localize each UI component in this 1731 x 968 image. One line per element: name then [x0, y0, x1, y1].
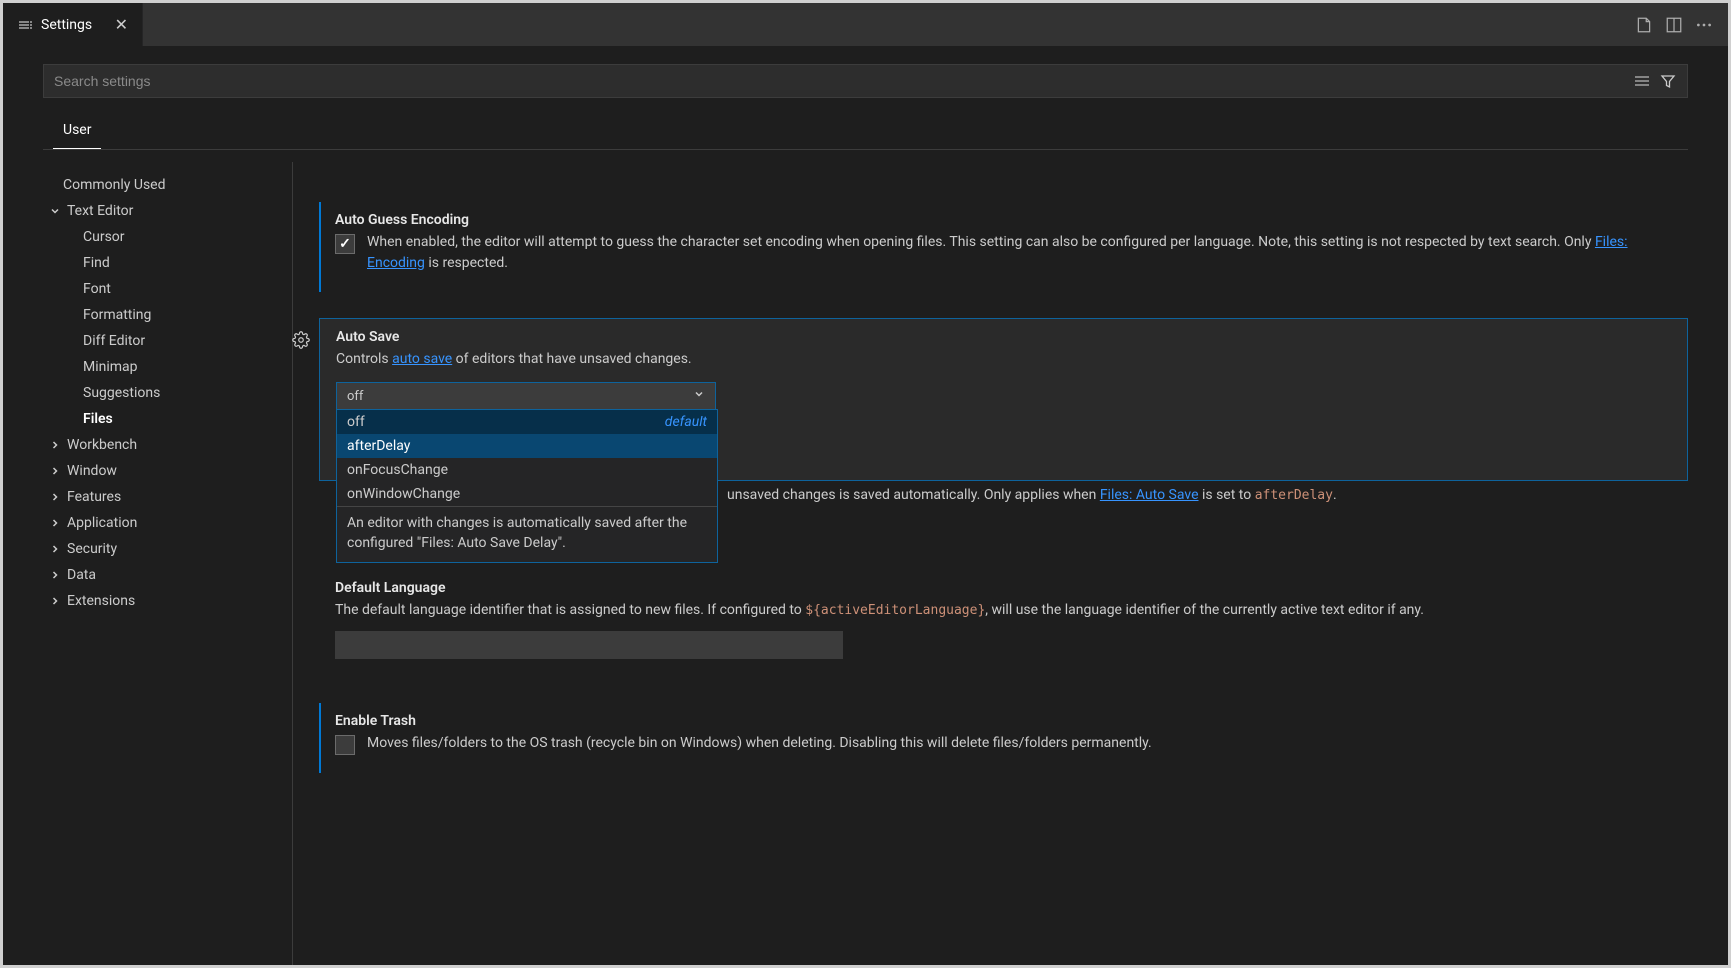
- setting-default-language: Default Language The default language id…: [319, 570, 1688, 677]
- tab-close-icon[interactable]: ✕: [115, 15, 128, 34]
- toc-minimap[interactable]: Minimap: [43, 354, 268, 380]
- enable-trash-checkbox[interactable]: [335, 735, 355, 755]
- toc-extensions[interactable]: Extensions: [43, 588, 268, 614]
- scope-tab-user[interactable]: User: [53, 114, 101, 149]
- setting-description: When enabled, the editor will attempt to…: [367, 232, 1672, 274]
- auto-save-option-onwindowchange[interactable]: onWindowChange: [337, 482, 717, 506]
- setting-title: Auto Save: [336, 329, 1671, 345]
- auto-save-select[interactable]: off off default afterDelay onFocusChange…: [336, 382, 716, 410]
- toc-security[interactable]: Security: [43, 536, 268, 562]
- setting-description: Controls auto save of editors that have …: [336, 349, 1671, 370]
- toc-application[interactable]: Application: [43, 510, 268, 536]
- auto-save-option-off[interactable]: off default: [337, 410, 717, 434]
- search-settings-input[interactable]: [44, 73, 1633, 89]
- select-value: off: [347, 389, 363, 404]
- toc-window[interactable]: Window: [43, 458, 268, 484]
- toc-formatting[interactable]: Formatting: [43, 302, 268, 328]
- chevron-down-icon: [693, 388, 705, 404]
- setting-title: Enable Trash: [335, 713, 1672, 729]
- chevron-right-icon: [47, 517, 63, 529]
- auto-save-option-help: An editor with changes is automatically …: [337, 506, 717, 562]
- toc-workbench[interactable]: Workbench: [43, 432, 268, 458]
- auto-save-option-afterdelay[interactable]: afterDelay: [337, 434, 717, 458]
- auto-guess-encoding-checkbox[interactable]: [335, 234, 355, 254]
- tab-bar: Settings ✕: [3, 3, 1728, 46]
- search-settings-container: [43, 64, 1688, 98]
- auto-save-link[interactable]: auto save: [392, 351, 452, 367]
- chevron-right-icon: [47, 543, 63, 555]
- toc-files[interactable]: Files: [43, 406, 268, 432]
- toc-cursor[interactable]: Cursor: [43, 224, 268, 250]
- chevron-down-icon: [47, 205, 63, 217]
- setting-title: Auto Guess Encoding: [335, 212, 1672, 228]
- default-label: default: [665, 414, 707, 430]
- more-actions-icon[interactable]: [1694, 15, 1714, 35]
- chevron-right-icon: [47, 491, 63, 503]
- toc-font[interactable]: Font: [43, 276, 268, 302]
- setting-auto-save: Auto Save Controls auto save of editors …: [319, 318, 1688, 481]
- settings-tab-icon: [17, 17, 33, 33]
- toc-find[interactable]: Find: [43, 250, 268, 276]
- setting-description: The default language identifier that is …: [335, 600, 1672, 621]
- toc-features[interactable]: Features: [43, 484, 268, 510]
- chevron-right-icon: [47, 439, 63, 451]
- toc-diff-editor[interactable]: Diff Editor: [43, 328, 268, 354]
- auto-save-option-onfocuschange[interactable]: onFocusChange: [337, 458, 717, 482]
- clear-search-icon[interactable]: [1633, 72, 1651, 90]
- setting-auto-guess-encoding: Auto Guess Encoding When enabled, the ed…: [319, 202, 1688, 292]
- toc-suggestions[interactable]: Suggestions: [43, 380, 268, 406]
- chevron-right-icon: [47, 465, 63, 477]
- files-auto-save-link[interactable]: Files: Auto Save: [1100, 487, 1199, 503]
- setting-description: Moves files/folders to the OS trash (rec…: [367, 733, 1152, 754]
- toc-text-editor[interactable]: Text Editor: [43, 198, 268, 224]
- open-settings-json-icon[interactable]: [1634, 15, 1654, 35]
- toc-commonly-used[interactable]: Commonly Used: [43, 172, 268, 198]
- auto-save-dropdown: off default afterDelay onFocusChange onW…: [336, 409, 718, 563]
- chevron-right-icon: [47, 595, 63, 607]
- setting-title: Default Language: [335, 580, 1672, 596]
- split-editor-icon[interactable]: [1664, 15, 1684, 35]
- filter-settings-icon[interactable]: [1659, 72, 1677, 90]
- tab-settings[interactable]: Settings ✕: [3, 3, 143, 46]
- gear-icon[interactable]: [292, 331, 310, 353]
- tab-title: Settings: [41, 17, 92, 33]
- default-language-input[interactable]: [335, 631, 843, 659]
- toc-data[interactable]: Data: [43, 562, 268, 588]
- toc-divider: [292, 162, 293, 965]
- setting-enable-trash: Enable Trash Moves files/folders to the …: [319, 703, 1688, 773]
- settings-toc: Commonly Used Text Editor Cursor Find Fo…: [43, 162, 268, 965]
- chevron-right-icon: [47, 569, 63, 581]
